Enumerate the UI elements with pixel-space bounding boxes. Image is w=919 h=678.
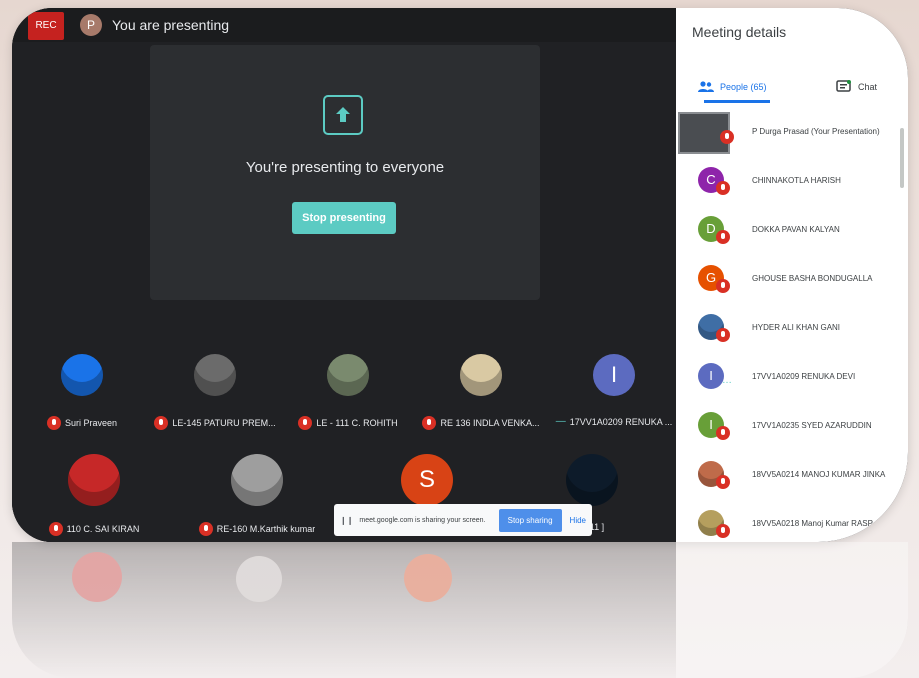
participant-avatar: S: [401, 454, 453, 506]
participant-avatar: [61, 354, 103, 396]
reflection-shape: [404, 554, 452, 602]
participant-list-item[interactable]: D DOKKA PAVAN KALYAN: [676, 206, 908, 255]
mic-off-icon: [716, 524, 730, 538]
participant-tile[interactable]: LE-145 PATURU PREM...: [145, 332, 285, 432]
participant-name-row: RE-160 M.Karthik kumar: [191, 522, 323, 536]
tab-people[interactable]: People (65): [698, 72, 767, 102]
presentation-card: You're presenting to everyone Stop prese…: [150, 45, 540, 300]
participant-avatar: [194, 354, 236, 396]
participant-name-row: RE 136 INDLA VENKA...: [415, 416, 547, 430]
participant-tile[interactable]: RE 136 INDLA VENKA...: [411, 332, 551, 432]
participant-name-row: 110 C. SAI KIRAN: [28, 522, 160, 536]
participant-name: RE-160 M.Karthik kumar: [216, 524, 316, 534]
participant-list-item[interactable]: C CHINNAKOTLA HARISH: [676, 157, 908, 206]
speaking-icon: …: [722, 375, 732, 386]
mic-off-icon: [198, 522, 213, 536]
mic-off-icon: [48, 522, 63, 536]
hide-link[interactable]: Hide: [570, 516, 586, 525]
mic-off-icon: [422, 416, 437, 430]
participant-list-item[interactable]: 18VV5A0218 Manoj Kumar RASP...: [676, 500, 908, 542]
participant-list-name: P Durga Prasad (Your Presentation): [752, 127, 880, 136]
mic-off-icon: [46, 416, 61, 430]
mic-off-icon: [716, 426, 730, 440]
mic-off-icon: [716, 181, 730, 195]
main-stage: REC P You are presenting You're presenti…: [12, 8, 676, 542]
participant-list-name: HYDER ALI KHAN GANI: [752, 323, 841, 332]
mic-off-icon: [716, 230, 730, 244]
participant-tile[interactable]: 110 C. SAI KIRAN: [24, 438, 164, 538]
mic-off-icon: [716, 328, 730, 342]
participant-name-row: Suri Praveen: [16, 416, 148, 430]
meeting-details-panel: Meeting details People (65) Chat P Durga…: [676, 8, 908, 542]
participant-name: RE 136 INDLA VENKA...: [440, 418, 540, 428]
participant-list-name: GHOUSE BASHA BONDUGALLA: [752, 274, 873, 283]
present-screen-icon: [323, 95, 363, 135]
participant-tile[interactable]: I —17VV1A0209 RENUKA ...: [544, 332, 684, 432]
mic-off-icon: [716, 475, 730, 489]
tab-people-label: People (65): [720, 82, 767, 92]
mic-off-icon: [154, 416, 169, 430]
participant-list-name: 17VV1A0235 SYED AZARUDDIN: [752, 421, 872, 430]
speaking-icon: —: [555, 416, 566, 427]
participant-tile[interactable]: LE - 111 C. ROHITH: [278, 332, 418, 432]
participant-list-item[interactable]: 18VV5A0214 MANOJ KUMAR JINKA: [676, 451, 908, 500]
participant-tile[interactable]: RE-160 M.Karthik kumar: [187, 438, 327, 538]
tab-chat[interactable]: Chat: [836, 72, 877, 102]
meet-window: REC P You are presenting You're presenti…: [12, 8, 908, 542]
people-icon: [698, 81, 714, 92]
participant-name: 17VV1A0209 RENUKA ...: [569, 416, 673, 427]
participant-list-name: CHINNAKOTLA HARISH: [752, 176, 841, 185]
participant-tile[interactable]: Suri Praveen: [12, 332, 152, 432]
reflection-shape: [72, 552, 122, 602]
panel-title: Meeting details: [692, 24, 787, 40]
participant-avatar: [460, 354, 502, 396]
reflection-shape: [236, 556, 282, 602]
participant-list-item[interactable]: G GHOUSE BASHA BONDUGALLA: [676, 255, 908, 304]
participant-avatar: [231, 454, 283, 506]
presenting-title: You're presenting to everyone: [245, 159, 445, 176]
participant-list-item[interactable]: I… 17VV1A0209 RENUKA DEVI: [676, 353, 908, 402]
participant-list-name: 18VV5A0214 MANOJ KUMAR JINKA: [752, 470, 886, 479]
participant-name: LE - 111 C. ROHITH: [316, 418, 398, 428]
chat-icon: [836, 80, 851, 92]
tab-chat-label: Chat: [858, 82, 878, 92]
participant-list: P Durga Prasad (Your Presentation) C CHINN…: [676, 108, 908, 542]
participant-avatar: [327, 354, 369, 396]
active-tab-indicator: [704, 100, 770, 103]
reflection-panel: [676, 542, 908, 678]
mic-off-icon: [298, 416, 313, 430]
participant-list-name: 17VV1A0209 RENUKA DEVI: [752, 372, 856, 381]
self-avatar: P: [80, 14, 102, 36]
participant-name: Suri Praveen: [64, 418, 118, 428]
participant-name-row: LE - 111 C. ROHITH: [282, 416, 414, 430]
panel-scrollbar[interactable]: [900, 128, 904, 188]
participant-name: LE-145 PATURU PREM...: [172, 418, 276, 428]
presenting-label: You are presenting: [112, 17, 230, 33]
participant-list-item[interactable]: HYDER ALI KHAN GANI: [676, 304, 908, 353]
stop-sharing-button[interactable]: Stop sharing: [498, 508, 562, 532]
mirror-reflection: [12, 542, 908, 678]
stop-presenting-button[interactable]: Stop presenting: [292, 202, 396, 234]
participant-avatar: I: [593, 354, 635, 396]
participant-avatar: [566, 454, 618, 506]
top-bar: REC P You are presenting: [12, 8, 676, 42]
participant-list-name: DOKKA PAVAN KALYAN: [752, 225, 840, 234]
recording-badge: REC: [28, 12, 64, 40]
mic-off-icon: [716, 279, 730, 293]
screen-share-bar: ❙❙ meet.google.com is sharing your scree…: [334, 504, 592, 536]
participant-list-item[interactable]: I 17VV1A0235 SYED AZARUDDIN: [676, 402, 908, 451]
participant-avatar: [68, 454, 120, 506]
sharing-notice: meet.google.com is sharing your screen.: [359, 516, 486, 524]
mic-off-icon: [720, 130, 734, 144]
participant-name-row: LE-145 PATURU PREM...: [149, 416, 281, 430]
participant-list-name: 18VV5A0218 Manoj Kumar RASP...: [752, 519, 879, 528]
participant-name: 110 C. SAI KIRAN: [66, 524, 140, 534]
pause-icon: ❙❙: [340, 515, 354, 525]
participant-avatar: I: [698, 363, 724, 389]
participant-name-row: —17VV1A0209 RENUKA ...: [548, 416, 680, 427]
participant-list-item[interactable]: P Durga Prasad (Your Presentation): [676, 108, 908, 157]
